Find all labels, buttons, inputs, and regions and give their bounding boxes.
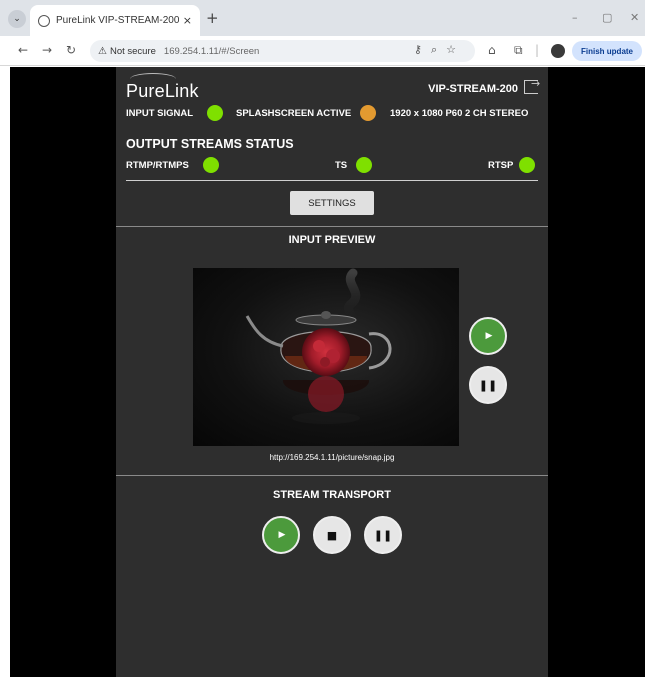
video-format: 1920 x 1080 P60 2 CH STEREO [390, 108, 529, 119]
bookmark-star-icon[interactable]: ☆ [446, 43, 465, 56]
section-divider-1 [116, 226, 548, 227]
purelink-logo: PureLink [126, 81, 199, 101]
device-panel: PureLink VIP-STREAM-200 INPUT SIGNAL SPL… [116, 67, 548, 677]
omnibox-actions: ⚷⌕☆ [414, 43, 465, 57]
close-tab-icon[interactable]: × [183, 14, 192, 27]
pause-icon: ❚❚ [478, 378, 498, 392]
ts-label: TS [335, 160, 348, 171]
rtsp-indicator [519, 157, 535, 173]
reload-icon[interactable]: ↻ [66, 43, 76, 57]
status-divider [126, 180, 538, 181]
warning-icon: ⚠ [98, 45, 107, 57]
new-tab-icon[interactable]: + [206, 9, 219, 27]
preview-url[interactable]: http://169.254.1.11/picture/snap.jpg [116, 453, 548, 462]
page-viewport: PureLink VIP-STREAM-200 INPUT SIGNAL SPL… [10, 67, 645, 677]
input-signal-label: INPUT SIGNAL [126, 108, 194, 119]
password-key-icon[interactable]: ⚷ [414, 43, 431, 56]
zoom-icon[interactable]: ⌕ [431, 43, 446, 56]
rtsp-label: RTSP [488, 160, 514, 171]
url-text[interactable]: 169.254.1.11/#/Screen [164, 46, 259, 57]
play-icon: ▶ [278, 530, 286, 540]
preview-pause-button[interactable]: ❚❚ [469, 366, 507, 404]
settings-button[interactable]: SETTINGS [290, 191, 374, 215]
back-icon[interactable]: ← [18, 43, 28, 57]
security-label: Not secure [109, 45, 156, 57]
browser-tab-bar: ⌄ PureLink VIP-STREAM-200 us × + – ▢ ✕ [0, 0, 645, 36]
stream-transport-title: STREAM TRANSPORT [273, 489, 391, 501]
ts-indicator [356, 157, 372, 173]
input-status-row: INPUT SIGNAL SPLASHSCREEN ACTIVE 1920 x … [126, 104, 538, 122]
output-streams-row: RTMP/RTMPS TS RTSP [126, 156, 538, 174]
forward-icon[interactable]: → [42, 43, 52, 57]
window-close-icon[interactable]: ✕ [630, 11, 639, 24]
omnibox[interactable]: ⚠ Not secure 169.254.1.11/#/Screen ⚷⌕☆ [90, 40, 475, 62]
stream-stop-button[interactable]: ■ [313, 516, 351, 554]
profile-avatar[interactable] [551, 44, 565, 58]
security-indicator[interactable]: ⚠ Not secure [98, 46, 156, 57]
stream-play-button[interactable]: ▶ [262, 516, 300, 554]
pause-icon: ❚❚ [373, 528, 393, 542]
input-preview-image [193, 268, 459, 446]
play-icon: ▶ [485, 331, 493, 341]
teapot-snapshot [245, 268, 392, 424]
tab-title: PureLink VIP-STREAM-200 us [56, 15, 179, 26]
translate-icon[interactable]: ⌂ [488, 43, 496, 57]
logout-icon[interactable] [524, 77, 540, 94]
preview-play-button[interactable]: ▶ [469, 317, 507, 355]
splashscreen-indicator [360, 105, 376, 121]
device-name: VIP-STREAM-200 [428, 83, 518, 95]
rtmp-indicator [203, 157, 219, 173]
section-divider-2 [116, 475, 548, 476]
rtmp-label: RTMP/RTMPS [126, 160, 189, 171]
input-signal-indicator [207, 105, 223, 121]
maximize-icon[interactable]: ▢ [602, 11, 612, 24]
input-preview-title: INPUT PREVIEW [288, 234, 376, 246]
extensions-icon[interactable]: ⧉ [514, 43, 523, 58]
stream-pause-button[interactable]: ❚❚ [364, 516, 402, 554]
minimize-icon[interactable]: – [572, 11, 578, 24]
address-bar: ← → ↻ ⚠ Not secure 169.254.1.11/#/Screen… [0, 36, 645, 66]
splashscreen-label: SPLASHSCREEN ACTIVE [236, 108, 352, 119]
output-streams-title: OUTPUT STREAMS STATUS [126, 137, 294, 151]
globe-icon [38, 14, 50, 27]
browser-tab[interactable]: PureLink VIP-STREAM-200 us × [30, 5, 200, 36]
stop-icon: ■ [326, 528, 338, 542]
tab-search-icon[interactable]: ⌄ [8, 10, 26, 28]
finish-update-button[interactable]: Finish update [572, 41, 642, 61]
toolbar-separator: | [535, 43, 540, 57]
